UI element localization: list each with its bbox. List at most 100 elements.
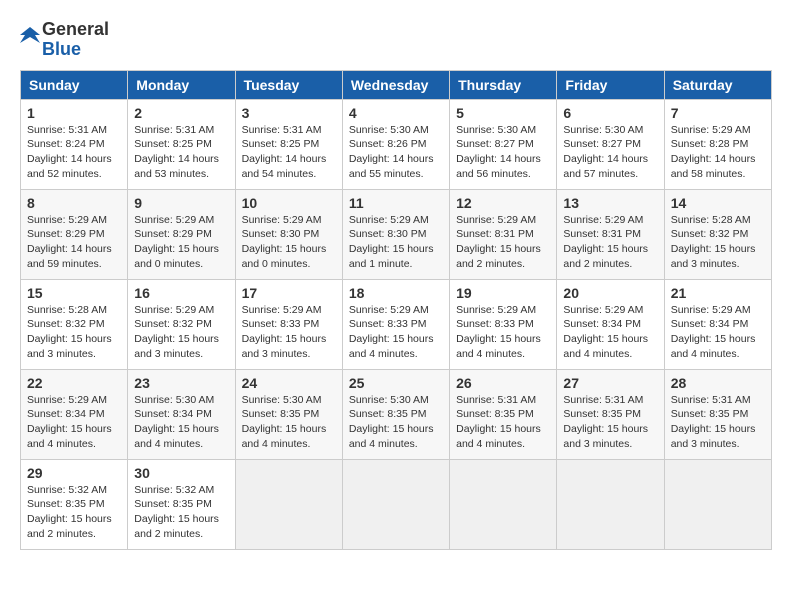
daylight-minutes: and 3 minutes. (134, 348, 203, 360)
day-detail: Sunrise: 5:29 AMSunset: 8:34 PMDaylight:… (27, 393, 121, 452)
daylight-minutes: and 3 minutes. (242, 348, 311, 360)
sunrise-text: Sunrise: 5:30 AM (349, 124, 429, 136)
daylight-minutes: and 4 minutes. (27, 438, 96, 450)
calendar-cell: 18 Sunrise: 5:29 AMSunset: 8:33 PMDayligh… (342, 279, 449, 369)
sunset-text: Sunset: 8:34 PM (134, 408, 212, 420)
day-number: 25 (349, 375, 443, 391)
calendar-cell: 21Sunrise: 5:29 AMSunset: 8:34 PMDayligh… (664, 279, 771, 369)
sunrise-text: Sunrise: 5:31 AM (563, 394, 643, 406)
day-number: 14 (671, 195, 765, 211)
sunset-text: Sunset: 8:35 PM (242, 408, 320, 420)
sunset-text: Sunset: 8:29 PM (134, 228, 212, 240)
day-detail: Sunrise: 5:32 AMSunset: 8:35 PMDaylight:… (27, 483, 121, 542)
sunset-text: Sunset: 8:31 PM (563, 228, 641, 240)
daylight-minutes: and 4 minutes. (134, 438, 203, 450)
daylight-minutes: and 4 minutes. (671, 348, 740, 360)
calendar-cell: 9Sunrise: 5:29 AMSunset: 8:29 PMDaylight… (128, 189, 235, 279)
day-number: 13 (563, 195, 657, 211)
calendar-cell (557, 459, 664, 549)
sunset-text: Sunset: 8:35 PM (349, 408, 427, 420)
daylight-label: Daylight: 15 hours (671, 423, 756, 435)
daylight-label: Daylight: 14 hours (134, 153, 219, 165)
daylight-label: Daylight: 14 hours (671, 153, 756, 165)
daylight-minutes: and 3 minutes. (671, 258, 740, 270)
daylight-label: Daylight: 15 hours (563, 333, 648, 345)
calendar-cell: 23Sunrise: 5:30 AMSunset: 8:34 PMDayligh… (128, 369, 235, 459)
day-detail: Sunrise: 5:30 AMSunset: 8:26 PMDaylight:… (349, 123, 443, 182)
sunset-text: Sunset: 8:34 PM (671, 318, 749, 330)
sunset-text: Sunset: 8:31 PM (456, 228, 534, 240)
sunrise-text: Sunrise: 5:31 AM (134, 124, 214, 136)
week-row-4: 22 Sunrise: 5:29 AM Sunset: 8:34 PM Dayligh… (21, 369, 772, 459)
daylight-label: Daylight: 15 hours (242, 423, 327, 435)
daylight-label: Daylight: 15 hours (134, 423, 219, 435)
calendar-cell: 17 Sunrise: 5:29 AMSunset: 8:33 PMDayligh… (235, 279, 342, 369)
day-detail: Sunrise: 5:29 AMSunset: 8:33 PMDaylight:… (242, 303, 336, 362)
calendar-cell: 1Sunrise: 5:31 AMSunset: 8:24 PMDaylight… (21, 99, 128, 189)
daylight-minutes: and 0 minutes. (134, 258, 203, 270)
sunset-text: Sunset: 8:30 PM (242, 228, 320, 240)
sunset-text: Sunset: 8:27 PM (563, 138, 641, 150)
daylight-minutes: and 4 minutes. (349, 348, 418, 360)
calendar-cell: 15Sunrise: 5:28 AMSunset: 8:32 PMDayligh… (21, 279, 128, 369)
daylight-label: Daylight: 15 hours (456, 333, 541, 345)
day-number: 24 (242, 375, 336, 391)
sunrise-text: Sunrise: 5:30 AM (456, 124, 536, 136)
daylight-label: Daylight: 15 hours (27, 333, 112, 345)
sunset-text: Sunset: 8:35 PM (134, 498, 212, 510)
day-detail: Sunrise: 5:30 AMSunset: 8:27 PMDaylight:… (563, 123, 657, 182)
sunset-text: Sunset: 8:28 PM (671, 138, 749, 150)
calendar-cell: 20Sunrise: 5:29 AMSunset: 8:34 PMDayligh… (557, 279, 664, 369)
day-detail: Sunrise: 5:30 AMSunset: 8:35 PMDaylight:… (349, 393, 443, 452)
calendar-cell: 29Sunrise: 5:32 AMSunset: 8:35 PMDayligh… (21, 459, 128, 549)
sunset-text: Sunset: 8:25 PM (242, 138, 320, 150)
calendar-cell: 10Sunrise: 5:29 AMSunset: 8:30 PMDayligh… (235, 189, 342, 279)
sunset-text: Sunset: 8:33 PM (242, 318, 320, 330)
sunset-text: Sunset: 8:34 PM (27, 408, 105, 420)
sunset-text: Sunset: 8:24 PM (27, 138, 105, 150)
sunrise-text: Sunrise: 5:29 AM (27, 394, 107, 406)
calendar-cell: 11Sunrise: 5:29 AMSunset: 8:30 PMDayligh… (342, 189, 449, 279)
day-number: 12 (456, 195, 550, 211)
sunset-text: Sunset: 8:34 PM (563, 318, 641, 330)
day-number: 9 (134, 195, 228, 211)
sunset-text: Sunset: 8:32 PM (27, 318, 105, 330)
day-detail: Sunrise: 5:31 AMSunset: 8:35 PMDaylight:… (456, 393, 550, 452)
calendar-cell: 26 Sunrise: 5:31 AMSunset: 8:35 PMDayligh… (450, 369, 557, 459)
day-detail: Sunrise: 5:28 AMSunset: 8:32 PMDaylight:… (27, 303, 121, 362)
header: General Blue (20, 20, 772, 60)
daylight-minutes: and 1 minute. (349, 258, 413, 270)
header-day-tuesday: Tuesday (235, 70, 342, 99)
day-number: 22 (27, 375, 121, 391)
calendar-cell: 13Sunrise: 5:29 AMSunset: 8:31 PMDayligh… (557, 189, 664, 279)
day-detail: Sunrise: 5:28 AMSunset: 8:32 PMDaylight:… (671, 213, 765, 272)
logo-bird-icon (20, 25, 40, 55)
sunrise-text: Sunrise: 5:29 AM (134, 214, 214, 226)
daylight-minutes: and 57 minutes. (563, 168, 638, 180)
logo-blue-text: Blue (42, 40, 109, 60)
day-detail: Sunrise: 5:29 AMSunset: 8:34 PMDaylight:… (563, 303, 657, 362)
day-detail: Sunrise: 5:31 AMSunset: 8:25 PMDaylight:… (134, 123, 228, 182)
daylight-minutes: and 3 minutes. (671, 438, 740, 450)
sunset-text: Sunset: 8:30 PM (349, 228, 427, 240)
day-detail: Sunrise: 5:29 AMSunset: 8:33 PMDaylight:… (349, 303, 443, 362)
sunset-text: Sunset: 8:32 PM (671, 228, 749, 240)
sunrise-text: Sunrise: 5:29 AM (671, 124, 751, 136)
daylight-minutes: and 4 minutes. (349, 438, 418, 450)
week-row-1: 1Sunrise: 5:31 AMSunset: 8:24 PMDaylight… (21, 99, 772, 189)
day-detail: Sunrise: 5:29 AMSunset: 8:32 PMDaylight:… (134, 303, 228, 362)
calendar-cell (664, 459, 771, 549)
day-number: 26 (456, 375, 550, 391)
day-number: 28 (671, 375, 765, 391)
day-number: 2 (134, 105, 228, 121)
sunrise-text: Sunrise: 5:28 AM (671, 214, 751, 226)
calendar-cell: 14Sunrise: 5:28 AMSunset: 8:32 PMDayligh… (664, 189, 771, 279)
daylight-label: Daylight: 15 hours (242, 243, 327, 255)
daylight-minutes: and 56 minutes. (456, 168, 531, 180)
calendar-table: SundayMondayTuesdayWednesdayThursdayFrid… (20, 70, 772, 550)
day-number: 17 (242, 285, 336, 301)
day-number: 23 (134, 375, 228, 391)
day-number: 18 (349, 285, 443, 301)
logo-general-text: General (42, 20, 109, 40)
daylight-label: Daylight: 15 hours (563, 423, 648, 435)
